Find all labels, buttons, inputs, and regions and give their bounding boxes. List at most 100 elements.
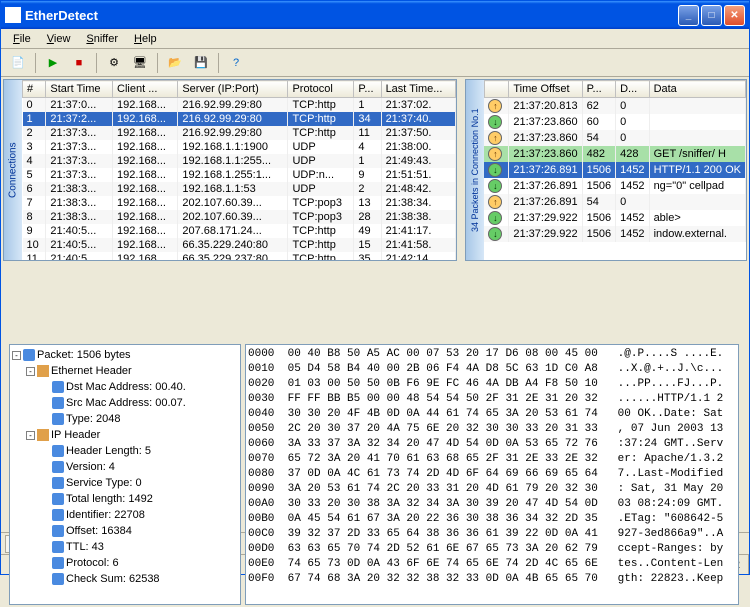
col-header[interactable]: D...	[616, 81, 649, 98]
arrow-down-icon: ↓	[488, 227, 502, 241]
arrow-down-icon: ↓	[488, 163, 502, 177]
options-1-button[interactable]: ⚙	[103, 52, 125, 74]
arrow-down-icon: ↓	[488, 115, 502, 129]
table-row[interactable]: 921:40:5...192.168...207.68.171.24...TCP…	[23, 224, 456, 238]
help-button[interactable]: ?	[225, 52, 247, 74]
packet-icon	[23, 349, 35, 361]
col-header[interactable]	[484, 81, 509, 98]
tree-leaf[interactable]: Version: 4	[12, 459, 238, 475]
collapse-icon[interactable]: -	[26, 367, 35, 376]
tree-pane[interactable]: - Packet: 1506 bytes- Ethernet Header Ds…	[9, 344, 241, 605]
col-header[interactable]: Client ...	[113, 81, 178, 98]
arrow-down-icon: ↓	[488, 211, 502, 225]
field-icon	[52, 477, 64, 489]
connections-pane: Connections #Start TimeClient ...Server …	[3, 79, 457, 261]
connections-table[interactable]: #Start TimeClient ...Server (IP:Port)Pro…	[22, 80, 456, 260]
options-2-button[interactable]: 🖥	[129, 52, 151, 74]
titlebar: EtherDetect _ □ ✕	[1, 1, 749, 29]
field-icon	[52, 557, 64, 569]
col-header[interactable]: Data	[649, 81, 745, 98]
tree-leaf[interactable]: Total length: 1492	[12, 491, 238, 507]
tree-leaf[interactable]: Type: 2048	[12, 411, 238, 427]
field-icon	[52, 445, 64, 457]
col-header[interactable]: P...	[582, 81, 615, 98]
tree-ip[interactable]: - IP Header	[12, 427, 238, 443]
tree-leaf[interactable]: Service Type: 0	[12, 475, 238, 491]
table-row[interactable]: ↑21:37:26.891540	[484, 194, 745, 210]
hex-pane[interactable]: 0000 00 40 B8 50 A5 AC 00 07 53 20 17 D6…	[245, 344, 739, 605]
col-header[interactable]: Start Time	[46, 81, 113, 98]
table-row[interactable]: ↓21:37:29.92215061452indow.external.	[484, 226, 745, 242]
app-icon	[5, 7, 21, 23]
menu-help[interactable]: Help	[126, 31, 165, 46]
toolbar: 📄 ▶ ■ ⚙ 🖥 📂 💾 ?	[1, 49, 749, 77]
table-row[interactable]: 621:38:3...192.168...192.168.1.1:53UDP22…	[23, 182, 456, 196]
col-header[interactable]: Protocol	[288, 81, 354, 98]
col-header[interactable]: Server (IP:Port)	[178, 81, 288, 98]
header-icon	[37, 365, 49, 377]
col-header[interactable]: P...	[354, 81, 381, 98]
new-button[interactable]: 📄	[7, 52, 29, 74]
stop-button[interactable]: ■	[68, 52, 90, 74]
table-row[interactable]: 721:38:3...192.168...202.107.60.39...TCP…	[23, 196, 456, 210]
tree-root[interactable]: - Packet: 1506 bytes	[12, 347, 238, 363]
save-button[interactable]: 💾	[190, 52, 212, 74]
minimize-button[interactable]: _	[678, 5, 699, 26]
table-row[interactable]: ↓21:37:29.92215061452able>	[484, 210, 745, 226]
field-icon	[52, 461, 64, 473]
play-button[interactable]: ▶	[42, 52, 64, 74]
table-row[interactable]: 221:37:3...192.168...216.92.99.29:80TCP:…	[23, 126, 456, 140]
table-row[interactable]: ↑21:37:23.860540	[484, 130, 745, 146]
table-row[interactable]: 1121:40:5...192.168...66.35.229.237:80TC…	[23, 252, 456, 260]
tree-leaf[interactable]: Offset: 16384	[12, 523, 238, 539]
col-header[interactable]: Last Time...	[381, 81, 455, 98]
tree-leaf[interactable]: Check Sum: 62538	[12, 571, 238, 587]
table-row[interactable]: 121:37:2...192.168...216.92.99.29:80TCP:…	[23, 112, 456, 126]
tree-leaf[interactable]: Src Mac Address: 00.07.	[12, 395, 238, 411]
arrow-up-icon: ↑	[488, 195, 502, 209]
table-row[interactable]: 821:38:3...192.168...202.107.60.39...TCP…	[23, 210, 456, 224]
packets-table[interactable]: Time OffsetP...D...Data↑21:37:20.813620↓…	[484, 80, 746, 242]
field-icon	[52, 413, 64, 425]
field-icon	[52, 493, 64, 505]
close-button[interactable]: ✕	[724, 5, 745, 26]
tree-leaf[interactable]: TTL: 43	[12, 539, 238, 555]
open-button[interactable]: 📂	[164, 52, 186, 74]
collapse-icon[interactable]: -	[26, 431, 35, 440]
arrow-down-icon: ↓	[488, 179, 502, 193]
maximize-button[interactable]: □	[701, 5, 722, 26]
menu-file[interactable]: File	[5, 31, 39, 46]
header-icon	[37, 429, 49, 441]
table-row[interactable]: ↑21:37:20.813620	[484, 98, 745, 115]
field-icon	[52, 541, 64, 553]
table-row[interactable]: 1021:40:5...192.168...66.35.229.240:80TC…	[23, 238, 456, 252]
tree-leaf[interactable]: Protocol: 6	[12, 555, 238, 571]
field-icon	[52, 525, 64, 537]
col-header[interactable]: #	[23, 81, 46, 98]
arrow-up-icon: ↑	[488, 147, 502, 161]
tree-leaf[interactable]: Dst Mac Address: 00.40.	[12, 379, 238, 395]
menu-view[interactable]: View	[39, 31, 79, 46]
menubar: File View Sniffer Help	[1, 29, 749, 49]
table-row[interactable]: 421:37:3...192.168...192.168.1.1:255...U…	[23, 154, 456, 168]
table-row[interactable]: ↓21:37:26.89115061452ng="0" cellpad	[484, 178, 745, 194]
field-icon	[52, 381, 64, 393]
table-row[interactable]: 521:37:3...192.168...192.168.1.255:1...U…	[23, 168, 456, 182]
arrow-up-icon: ↑	[488, 99, 502, 113]
table-row[interactable]: ↓21:37:26.89115061452HTTP/1.1 200 OK	[484, 162, 745, 178]
collapse-icon[interactable]: -	[12, 351, 21, 360]
packets-pane: 34 Packets in Connection No.1 Time Offse…	[465, 79, 747, 261]
table-row[interactable]: 321:37:3...192.168...192.168.1.1:1900UDP…	[23, 140, 456, 154]
table-row[interactable]: ↓21:37:23.860600	[484, 114, 745, 130]
col-header[interactable]: Time Offset	[509, 81, 582, 98]
menu-sniffer[interactable]: Sniffer	[78, 31, 126, 46]
table-row[interactable]: 021:37:0...192.168...216.92.99.29:80TCP:…	[23, 98, 456, 113]
tree-leaf[interactable]: Identifier: 22708	[12, 507, 238, 523]
window-title: EtherDetect	[25, 8, 678, 23]
tree-eth[interactable]: - Ethernet Header	[12, 363, 238, 379]
field-icon	[52, 509, 64, 521]
connections-tab[interactable]: Connections	[4, 80, 22, 260]
table-row[interactable]: ↑21:37:23.860482428GET /sniffer/ H	[484, 146, 745, 162]
packets-tab[interactable]: 34 Packets in Connection No.1	[466, 80, 484, 260]
tree-leaf[interactable]: Header Length: 5	[12, 443, 238, 459]
